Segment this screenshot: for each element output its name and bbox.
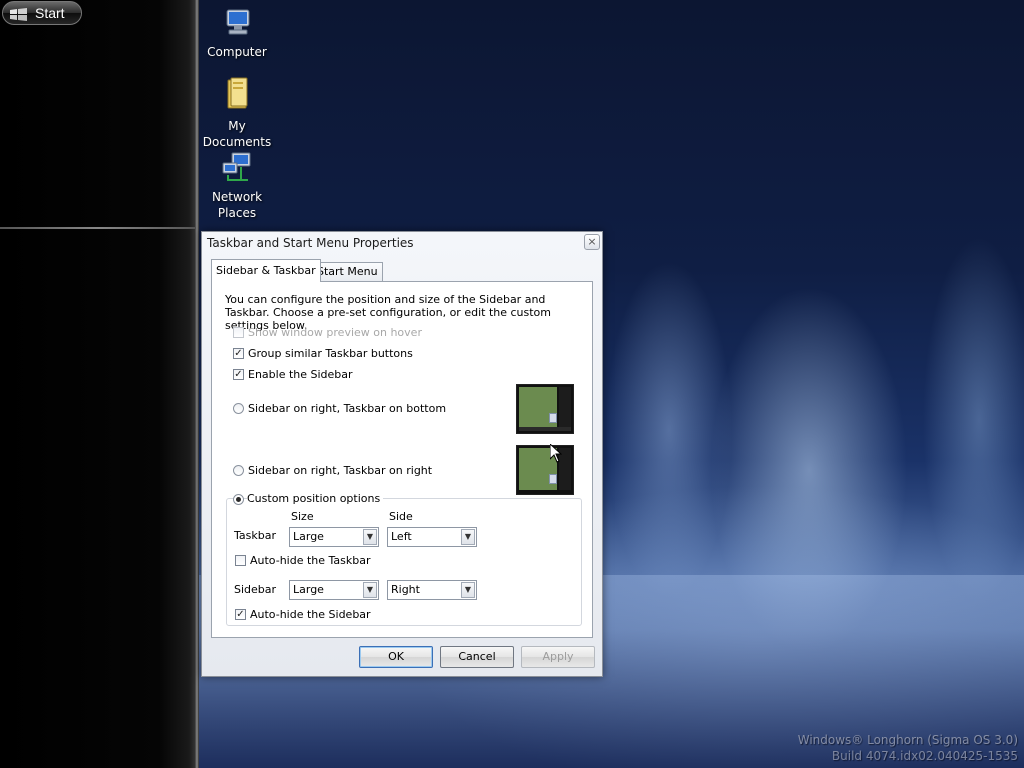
sidebar-divider: [0, 227, 196, 229]
desktop-icon-label: My Documents: [202, 119, 272, 149]
ok-button[interactable]: OK: [359, 646, 433, 668]
autohide-taskbar-checkbox[interactable]: [235, 555, 246, 566]
group-buttons-checkbox[interactable]: ✓: [233, 348, 244, 359]
desktop-icon-label: Computer: [207, 45, 267, 59]
dialog-title: Taskbar and Start Menu Properties: [207, 236, 414, 250]
start-label: Start: [35, 5, 65, 21]
desktop-icon-my-documents[interactable]: My Documents: [197, 76, 277, 150]
taskbar-row-label: Taskbar: [234, 529, 276, 542]
chevron-down-icon: ▼: [461, 529, 475, 545]
sidebar-size-select[interactable]: Large ▼: [289, 580, 379, 600]
taskbar-properties-dialog: Taskbar and Start Menu Properties × Side…: [201, 231, 603, 677]
tab-start-menu[interactable]: Start Menu: [312, 262, 383, 282]
preview-label: Show window preview on hover: [248, 326, 422, 339]
mouse-pointer-icon: [549, 442, 563, 466]
folder-icon: [197, 76, 277, 116]
start-button[interactable]: Start: [2, 1, 82, 25]
tab-panel: You can configure the position and size …: [211, 281, 593, 638]
cancel-button[interactable]: Cancel: [440, 646, 514, 668]
autohide-sidebar-checkbox[interactable]: ✓: [235, 609, 246, 620]
side-column-header: Side: [389, 510, 413, 523]
enable-sidebar-label: Enable the Sidebar: [248, 368, 353, 381]
preview-checkbox[interactable]: [233, 327, 244, 338]
build-watermark: Windows® Longhorn (Sigma OS 3.0) Build 4…: [798, 732, 1018, 764]
preview-taskbar-bottom[interactable]: [516, 384, 574, 434]
autohide-taskbar-label: Auto-hide the Taskbar: [250, 554, 371, 567]
radio-taskbar-right-label: Sidebar on right, Taskbar on right: [248, 464, 433, 477]
sidebar: Start: [0, 0, 199, 768]
chevron-down-icon: ▼: [363, 529, 377, 545]
chevron-down-icon: ▼: [363, 582, 377, 598]
desktop-icon-label: Network Places: [211, 190, 263, 220]
taskbar-size-value: Large: [293, 530, 324, 543]
windows-flag-icon: [9, 6, 29, 28]
enable-sidebar-checkbox[interactable]: ✓: [233, 369, 244, 380]
taskbar-side-value: Left: [391, 530, 412, 543]
desktop-icon-computer[interactable]: Computer: [197, 6, 277, 60]
radio-custom-position-label: Custom position options: [247, 492, 384, 505]
tab-sidebar-taskbar[interactable]: Sidebar & Taskbar: [211, 259, 321, 282]
group-buttons-label: Group similar Taskbar buttons: [248, 347, 413, 360]
autohide-sidebar-label: Auto-hide the Sidebar: [250, 608, 371, 621]
computer-icon: [197, 6, 277, 42]
sidebar-side-select[interactable]: Right ▼: [387, 580, 477, 600]
desktop-icon-network-places[interactable]: Network Places: [197, 151, 277, 221]
sidebar-row-label: Sidebar: [234, 583, 277, 596]
radio-taskbar-bottom-label: Sidebar on right, Taskbar on bottom: [248, 402, 447, 415]
apply-button[interactable]: Apply: [521, 646, 595, 668]
radio-custom-position[interactable]: [233, 494, 244, 505]
watermark-line-2: Build 4074.idx02.040425-1535: [831, 749, 1018, 763]
close-button[interactable]: ×: [584, 234, 600, 250]
close-icon: ×: [587, 235, 597, 248]
radio-taskbar-right[interactable]: [233, 465, 244, 476]
preview-taskbar-right[interactable]: [516, 445, 574, 495]
sidebar-size-value: Large: [293, 583, 324, 596]
sidebar-side-value: Right: [391, 583, 420, 596]
network-icon: [197, 151, 277, 187]
size-column-header: Size: [291, 510, 314, 523]
radio-taskbar-bottom[interactable]: [233, 403, 244, 414]
taskbar-side-select[interactable]: Left ▼: [387, 527, 477, 547]
taskbar-size-select[interactable]: Large ▼: [289, 527, 379, 547]
watermark-line-1: Windows® Longhorn (Sigma OS 3.0): [797, 733, 1018, 747]
chevron-down-icon: ▼: [461, 582, 475, 598]
